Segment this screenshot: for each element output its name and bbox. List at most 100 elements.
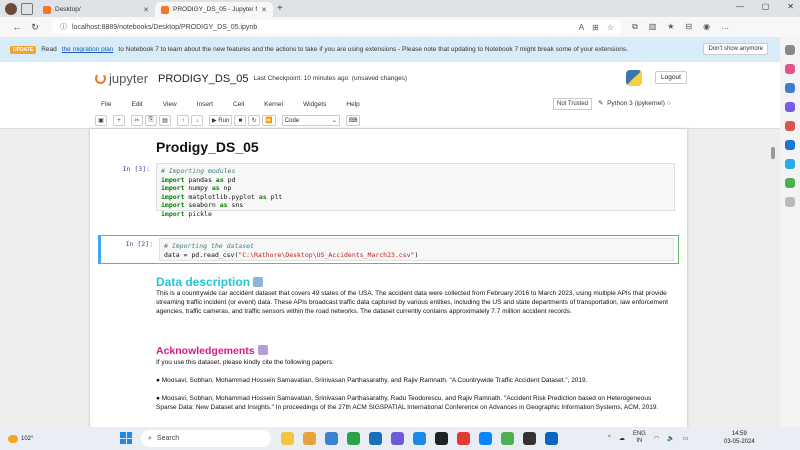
- menu-insert[interactable]: Insert: [197, 101, 213, 108]
- taskbar-app-icon[interactable]: [413, 432, 426, 445]
- code-cell-imports[interactable]: In [3]: # Importing modules import panda…: [98, 161, 679, 218]
- move-down-icon[interactable]: ↓: [191, 115, 203, 126]
- cloud-icon[interactable]: ☁: [619, 435, 625, 442]
- jupyter-header: jupyter PRODIGY_DS_05 Last Checkpoint: 1…: [0, 62, 780, 95]
- taskbar-app-icon[interactable]: [501, 432, 514, 445]
- maximize-icon[interactable]: ▢: [762, 2, 770, 11]
- migration-plan-link[interactable]: the migration plan: [62, 46, 114, 53]
- citation-item: ● Moosavi, Sobhan, Mohammad Hossein Sama…: [156, 377, 588, 384]
- taskbar-app-icon[interactable]: [391, 432, 404, 445]
- collections-icon[interactable]: ⊟: [685, 22, 692, 32]
- cut-icon[interactable]: ✂: [131, 115, 143, 126]
- restart-icon[interactable]: ↻: [248, 115, 261, 126]
- jupyter-logo[interactable]: jupyter: [95, 71, 148, 86]
- shopping-icon[interactable]: [785, 64, 795, 74]
- move-up-icon[interactable]: ↑: [177, 115, 189, 126]
- menu-file[interactable]: File: [101, 101, 111, 108]
- notebook-name[interactable]: PRODIGY_DS_05: [158, 73, 248, 85]
- code-editor[interactable]: # Importing the dataset data = pd.read_c…: [159, 238, 674, 261]
- office-icon[interactable]: [785, 121, 795, 131]
- page-scrollbar[interactable]: [771, 137, 775, 427]
- taskbar-app-icon[interactable]: [303, 432, 316, 445]
- tree-icon[interactable]: [785, 178, 795, 188]
- save-icon[interactable]: ▣: [95, 115, 107, 126]
- menu-view[interactable]: View: [163, 101, 177, 108]
- heading-text: Acknowledgements: [156, 345, 255, 357]
- app-available-icon[interactable]: ⊞: [592, 23, 599, 32]
- menu-edit[interactable]: Edit: [131, 101, 142, 108]
- add-sidebar-app-icon[interactable]: [785, 197, 795, 207]
- start-button-icon[interactable]: [120, 432, 132, 444]
- games-icon[interactable]: [785, 102, 795, 112]
- code-text: plt: [266, 192, 283, 201]
- taskbar-app-icon[interactable]: [281, 432, 294, 445]
- menu-help[interactable]: Help: [346, 101, 359, 108]
- logout-button[interactable]: Logout: [655, 71, 687, 84]
- cell-type-select[interactable]: Code ⌄: [281, 115, 340, 126]
- code-keyword: import: [161, 209, 185, 218]
- paste-icon[interactable]: ▤: [159, 115, 171, 126]
- reload-icon[interactable]: ↻: [26, 22, 44, 33]
- more-menu-icon[interactable]: …: [721, 22, 729, 32]
- search-sidebar-icon[interactable]: [785, 45, 795, 55]
- scrollbar-thumb[interactable]: [771, 147, 775, 159]
- code-editor[interactable]: # Importing modules import pandas as pd …: [156, 163, 675, 218]
- interrupt-icon[interactable]: ■: [234, 115, 247, 126]
- taskbar-clock[interactable]: 14:59 03-05-2024: [724, 430, 755, 446]
- command-palette-icon[interactable]: ⌨: [345, 115, 361, 126]
- taskbar-app-icon[interactable]: [457, 432, 470, 445]
- menu-kernel[interactable]: Kernel: [264, 101, 283, 108]
- menu-cell[interactable]: Cell: [233, 101, 244, 108]
- copilot-icon[interactable]: ◉: [703, 22, 710, 32]
- markdown-cell-acknowledgements[interactable]: Acknowledgements If you use this dataset…: [156, 345, 671, 412]
- cell-prompt: In [3]:: [122, 165, 150, 173]
- taskbar-app-icon[interactable]: [479, 432, 492, 445]
- battery-icon[interactable]: ▭: [683, 435, 689, 442]
- read-aloud-icon[interactable]: A: [579, 23, 584, 32]
- code-line: import numpy as np: [161, 184, 670, 193]
- tray-overflow-icon[interactable]: ^: [608, 435, 611, 441]
- tab-actions-icon[interactable]: [21, 2, 33, 15]
- language-indicator[interactable]: ENG IN: [633, 431, 646, 445]
- browser-tab-notebook[interactable]: PRODIGY_DS_05 - Jupyter Notebook ✕: [155, 2, 273, 17]
- telegram-icon[interactable]: [785, 159, 795, 169]
- favorites-icon[interactable]: ★: [667, 22, 674, 32]
- taskbar-app-icon[interactable]: [325, 432, 338, 445]
- profile-avatar[interactable]: [5, 2, 17, 15]
- tools-icon[interactable]: [785, 83, 795, 93]
- copy-icon[interactable]: ⎘: [145, 115, 157, 126]
- taskbar-app-icon[interactable]: [545, 432, 558, 445]
- taskbar-app-icon[interactable]: [435, 432, 448, 445]
- dont-show-anymore-button[interactable]: Don't show anymore: [703, 43, 768, 55]
- pencil-icon[interactable]: ✎: [598, 100, 603, 107]
- run-button[interactable]: ▶ Run: [209, 115, 233, 126]
- wifi-icon[interactable]: ◠: [654, 435, 659, 442]
- close-tab-icon[interactable]: ✕: [143, 6, 149, 14]
- outlook-icon[interactable]: [785, 140, 795, 150]
- insert-cell-icon[interactable]: +: [113, 115, 125, 126]
- not-trusted-button[interactable]: Not Trusted: [553, 98, 593, 110]
- split-screen-icon[interactable]: ▥: [649, 22, 657, 32]
- menu-widgets[interactable]: Widgets: [303, 101, 326, 108]
- back-icon[interactable]: ←: [8, 22, 26, 32]
- code-comment: # Importing the dataset: [164, 242, 255, 250]
- close-window-icon[interactable]: ✕: [787, 2, 794, 11]
- notebook-menu-bar: File Edit View Insert Cell Kernel Widget…: [0, 95, 780, 113]
- minimize-icon[interactable]: —: [736, 2, 744, 11]
- favorite-star-icon[interactable]: ☆: [607, 23, 614, 32]
- taskbar-search[interactable]: ⌕ Search: [141, 430, 271, 447]
- info-icon[interactable]: ⓘ: [60, 22, 67, 32]
- close-tab-icon[interactable]: ✕: [261, 6, 267, 14]
- extensions-icon[interactable]: ⧉: [632, 22, 638, 32]
- taskbar-app-icon[interactable]: [369, 432, 382, 445]
- new-tab-icon[interactable]: +: [277, 3, 283, 14]
- weather-widget[interactable]: 102°: [8, 434, 33, 443]
- url-field[interactable]: ⓘ localhost:8889/notebooks/Desktop/PRODI…: [52, 20, 622, 34]
- taskbar-app-icon[interactable]: [347, 432, 360, 445]
- browser-tab-desktop[interactable]: Desktop/ ✕: [37, 2, 155, 17]
- volume-icon[interactable]: 🔈: [667, 435, 674, 442]
- code-cell-dataset[interactable]: In [2]: # Importing the dataset data = p…: [98, 235, 679, 264]
- markdown-cell-data-description[interactable]: Data description This is a countrywide c…: [156, 275, 671, 316]
- restart-run-all-icon[interactable]: ⏩: [262, 115, 276, 126]
- taskbar-app-icon[interactable]: [523, 432, 536, 445]
